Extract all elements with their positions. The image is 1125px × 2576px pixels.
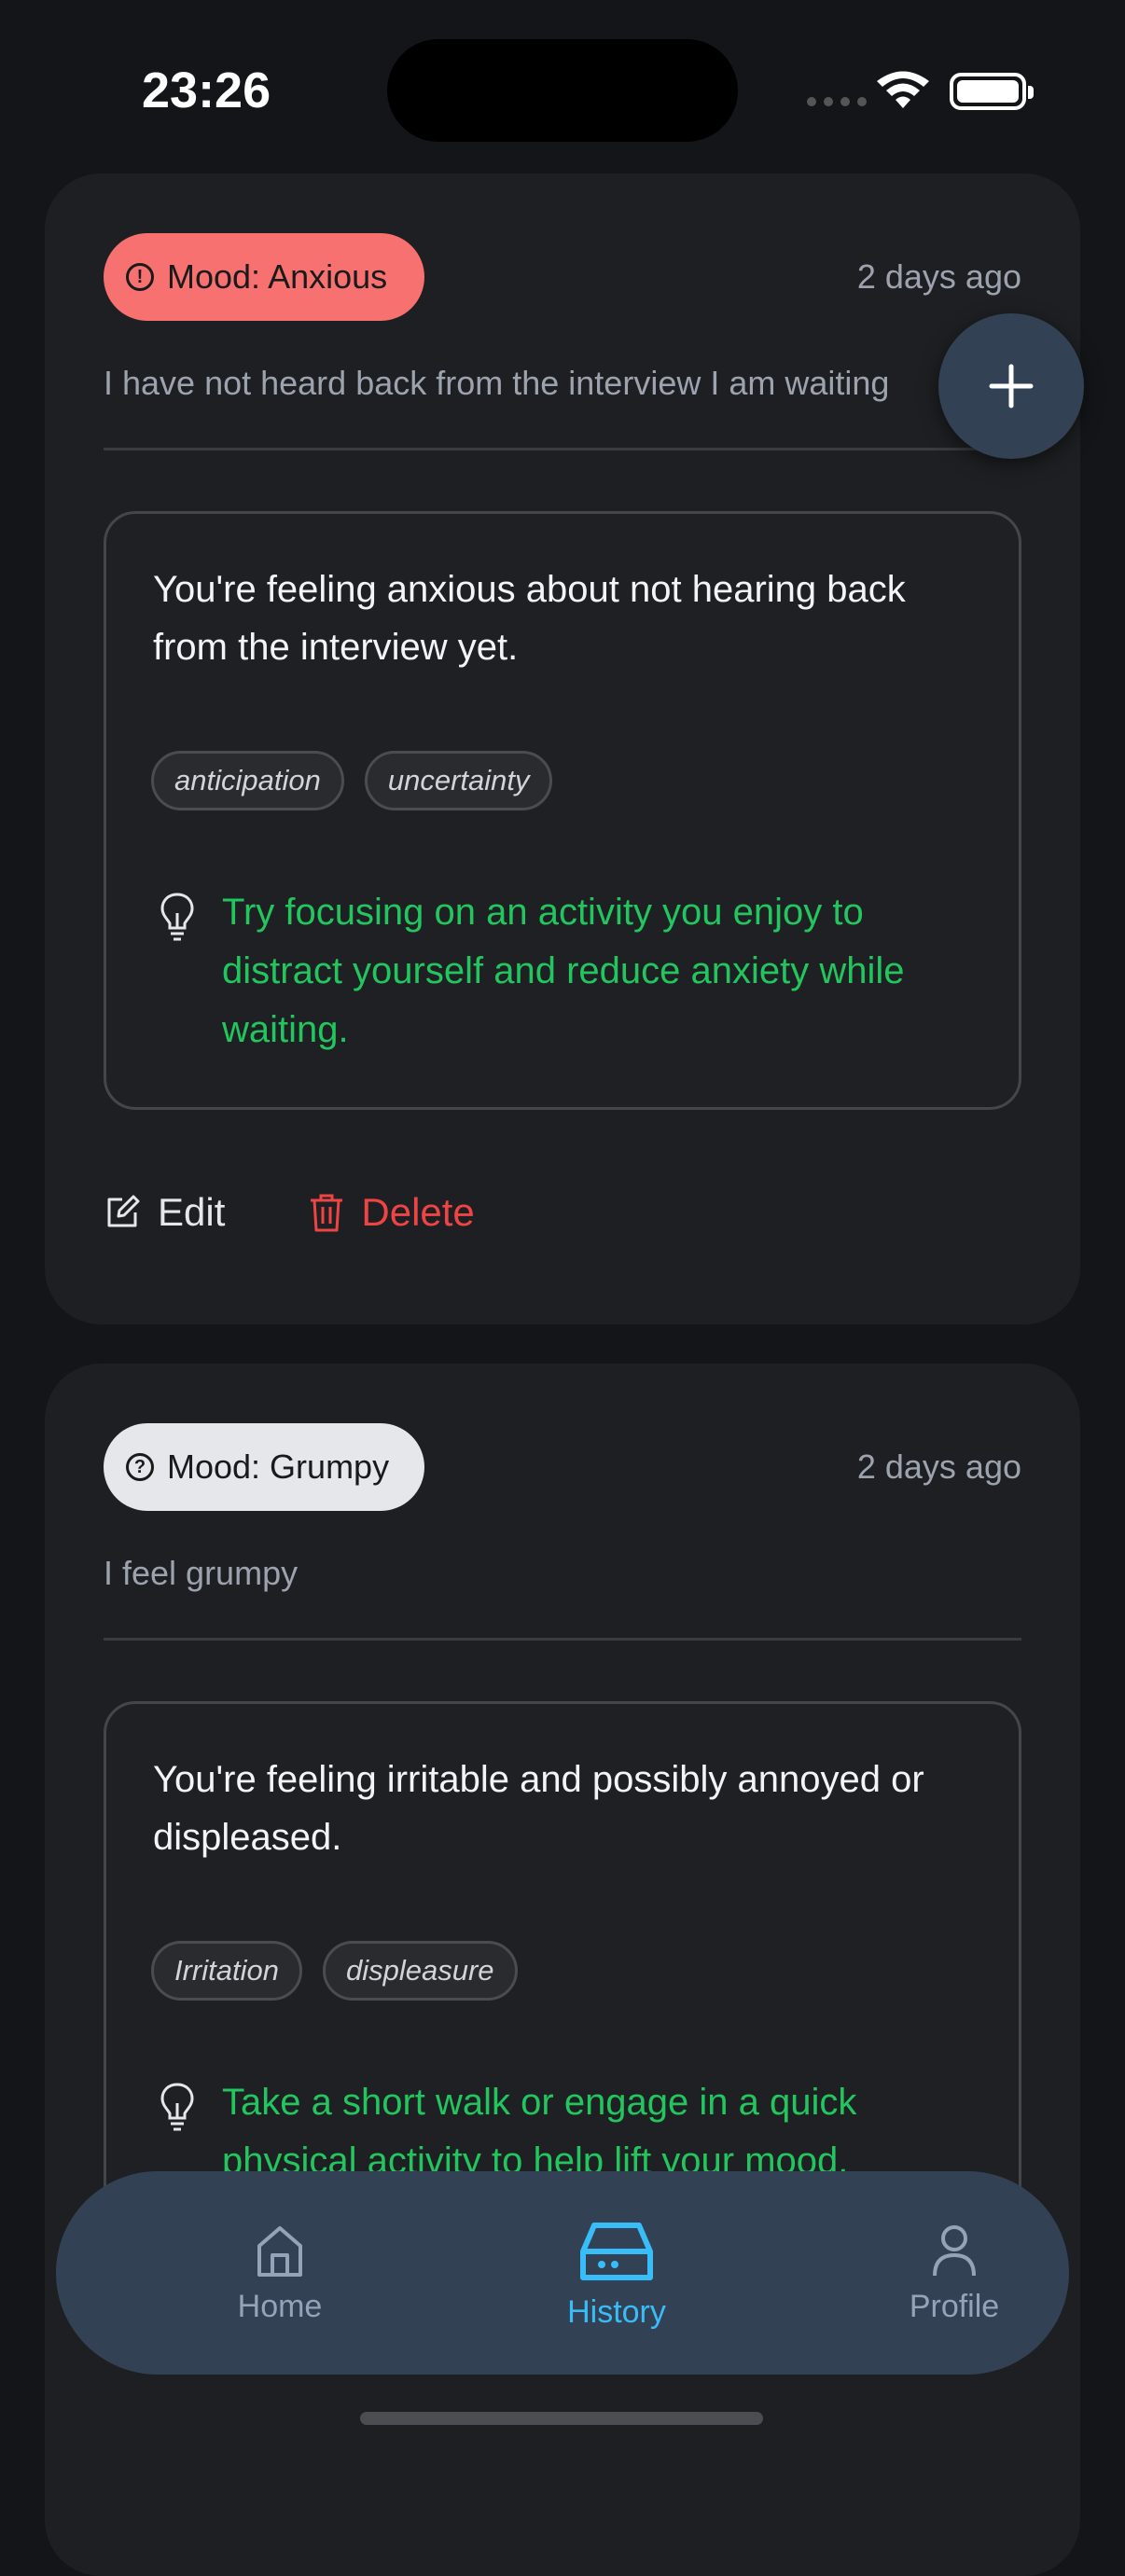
- dynamic-island: [387, 39, 738, 142]
- status-time: 23:26: [142, 62, 271, 118]
- journal-entry-card: ? Mood: Grumpy 2 days ago I feel grumpy …: [45, 1364, 1080, 2576]
- mood-label: Mood: Grumpy: [167, 1447, 390, 1486]
- entry-actions: Edit Delete: [104, 1190, 475, 1235]
- plus-icon: [989, 364, 1034, 409]
- battery-icon: [950, 73, 1034, 110]
- home-icon: [257, 2226, 302, 2277]
- delete-label: Delete: [361, 1190, 475, 1234]
- entry-text: I feel grumpy: [104, 1554, 299, 1592]
- emotion-tags: Irritation displeasure: [151, 1941, 518, 2001]
- help-circle-icon: ?: [126, 1453, 154, 1481]
- user-icon: [933, 2225, 976, 2277]
- edit-icon: [107, 1195, 140, 1227]
- mood-badge: ! Mood: Anxious: [104, 233, 424, 321]
- inbox-icon: [580, 2223, 653, 2280]
- home-indicator: [360, 2412, 763, 2425]
- nav-item-profile[interactable]: Profile: [842, 2223, 1066, 2325]
- nav-label-history: History: [567, 2294, 666, 2330]
- ai-insight-box: You're feeling anxious about not hearing…: [104, 511, 1021, 1110]
- divider: [104, 1638, 1021, 1641]
- delete-button[interactable]: Delete: [309, 1190, 475, 1235]
- divider: [104, 448, 1021, 450]
- insight-summary: You're feeling irritable and possibly an…: [153, 1759, 924, 1858]
- nav-label-home: Home: [237, 2289, 323, 2324]
- wifi-icon: [877, 71, 929, 108]
- add-entry-button[interactable]: [938, 313, 1084, 459]
- nav-item-history[interactable]: History: [505, 2220, 729, 2331]
- nav-label-profile: Profile: [909, 2289, 1000, 2324]
- insight-summary: You're feeling anxious about not hearing…: [153, 569, 906, 668]
- entry-timestamp: 2 days ago: [856, 1447, 1021, 1486]
- cellular-signal-icon: [807, 97, 867, 106]
- suggestion-text: Try focusing on an activity you enjoy to…: [222, 892, 905, 1050]
- bottom-nav: Home History Profile: [56, 2171, 1069, 2375]
- nav-item-home[interactable]: Home: [168, 2223, 392, 2325]
- mood-label: Mood: Anxious: [167, 257, 388, 296]
- journal-entry-card: ! Mood: Anxious 2 days ago I have not he…: [45, 173, 1080, 1324]
- emotion-tag: uncertainty: [364, 751, 553, 810]
- edit-button[interactable]: Edit: [104, 1190, 225, 1235]
- trash-icon: [311, 1194, 343, 1232]
- emotion-tag: Irritation: [151, 1941, 302, 2001]
- emotion-tag: anticipation: [151, 751, 344, 810]
- mood-badge: ? Mood: Grumpy: [104, 1423, 424, 1511]
- entry-text: I have not heard back from the interview…: [104, 364, 890, 402]
- edit-label: Edit: [158, 1190, 226, 1234]
- emotion-tag: displeasure: [322, 1941, 518, 2001]
- lightbulb-icon: [160, 893, 194, 941]
- entry-timestamp: 2 days ago: [856, 257, 1021, 296]
- lightbulb-icon: [160, 2083, 194, 2131]
- emotion-tags: anticipation uncertainty: [151, 751, 553, 810]
- alert-circle-icon: !: [126, 263, 154, 291]
